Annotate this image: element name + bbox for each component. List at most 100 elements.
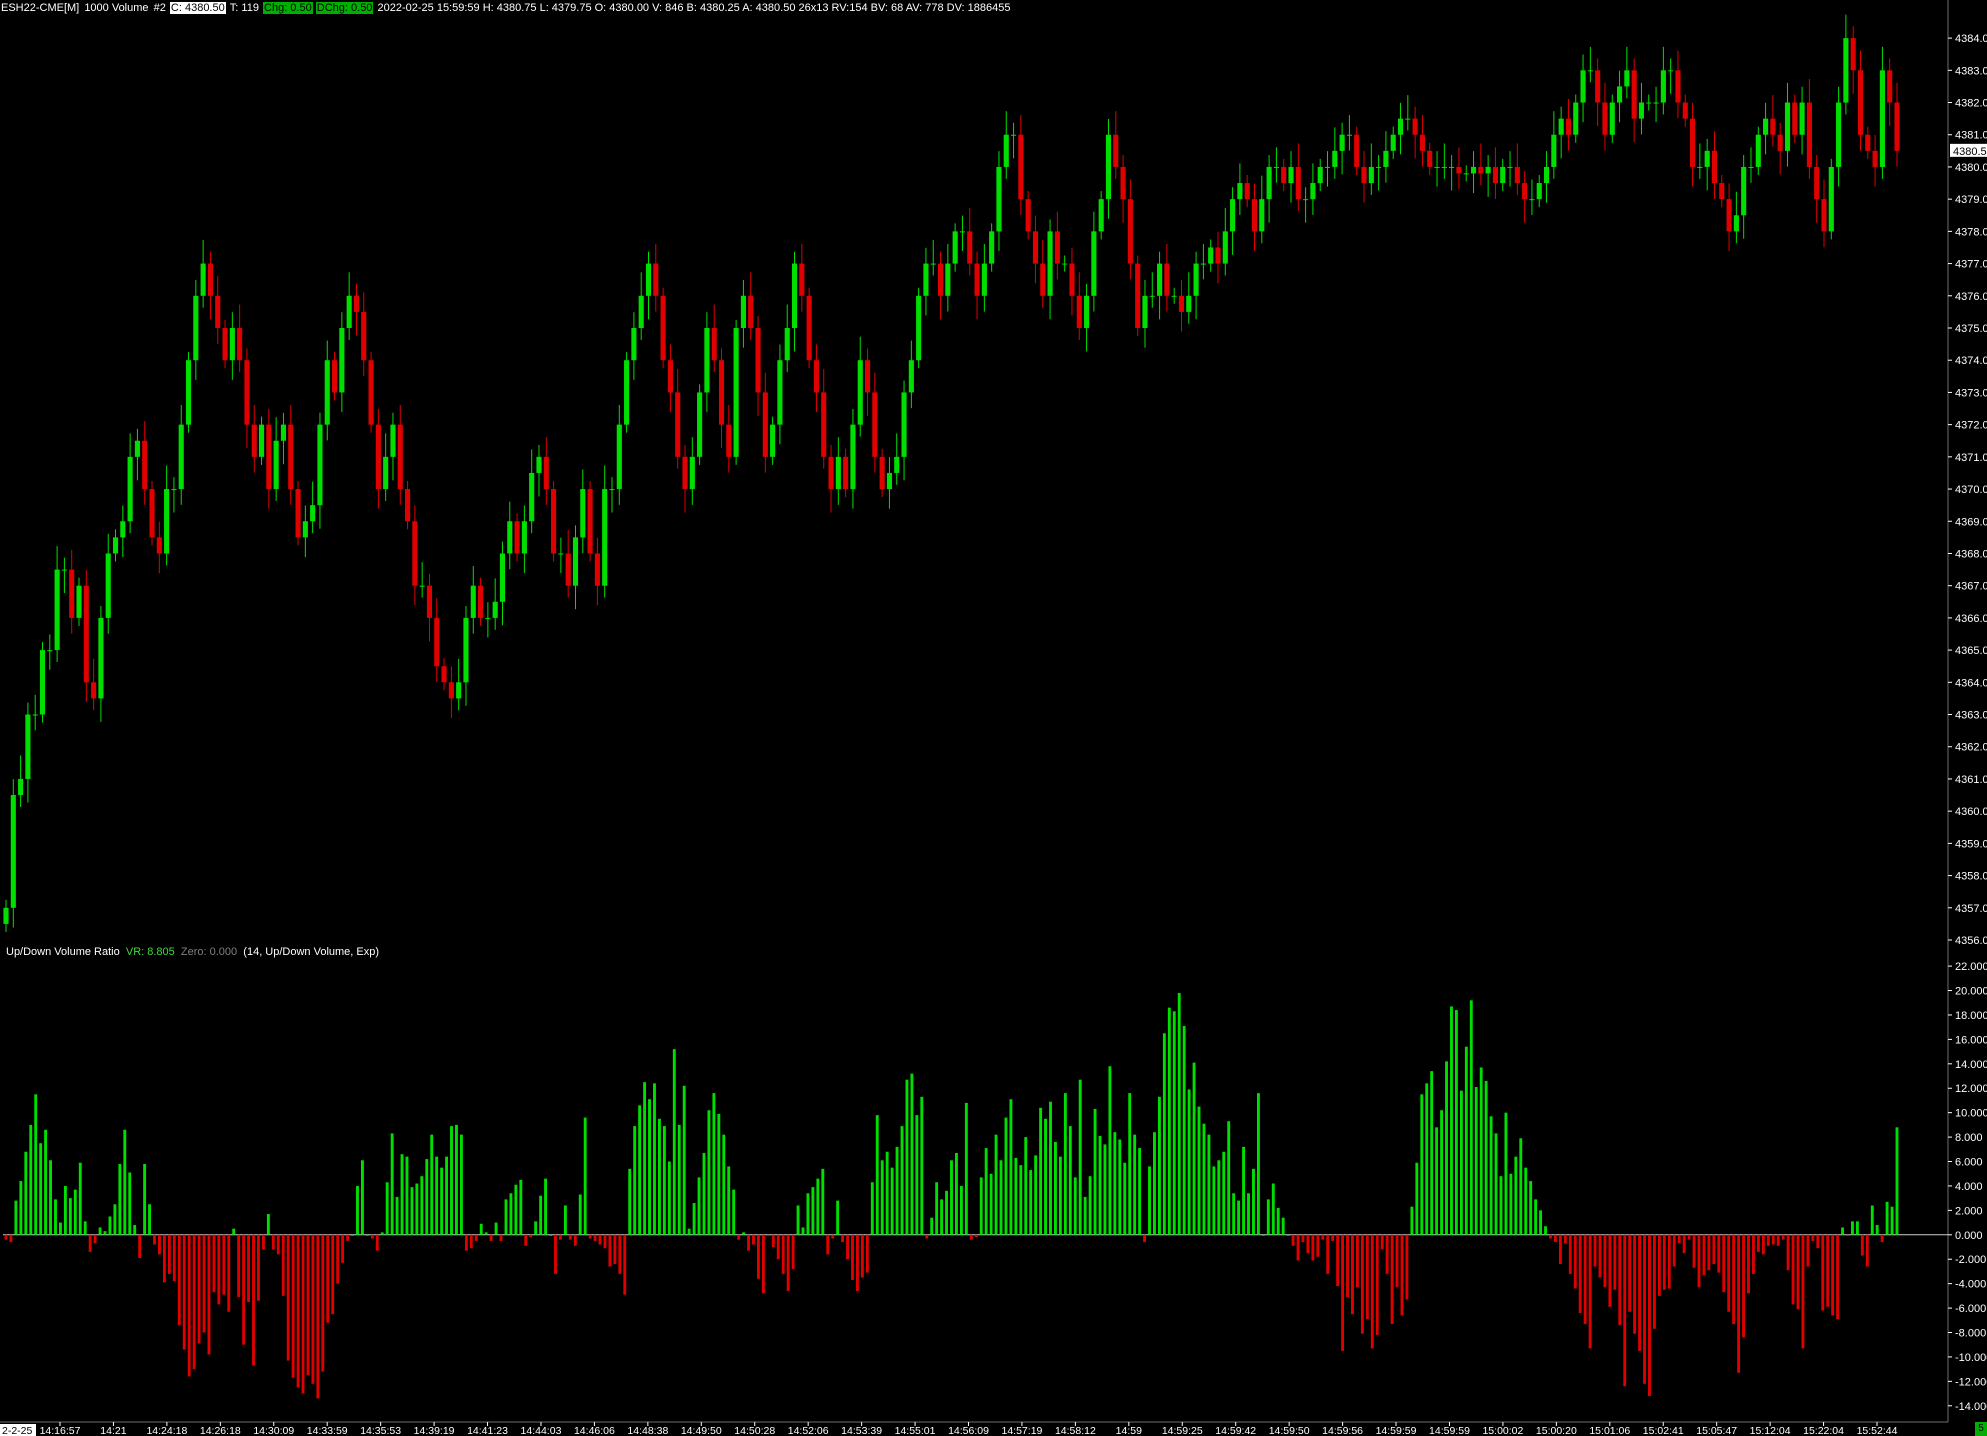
- candle-body: [631, 328, 637, 361]
- corner-badge[interactable]: 5: [1975, 1422, 1987, 1436]
- candle-body: [149, 489, 155, 538]
- ratio-bar: [856, 1234, 859, 1291]
- time-tick-label: 14:58:12: [1055, 1425, 1096, 1436]
- candle-body: [843, 456, 849, 490]
- ratio-bar: [955, 1152, 958, 1235]
- ratio-bar: [633, 1126, 637, 1235]
- ratio-bar: [1375, 1234, 1379, 1335]
- ratio-bar: [816, 1178, 820, 1235]
- candle-body: [1500, 166, 1506, 184]
- ratio-bar: [583, 1117, 587, 1235]
- ratio-bar: [558, 1234, 562, 1240]
- ratio-bar: [360, 1160, 364, 1235]
- time-tick-label: 14:59:42: [1215, 1425, 1256, 1436]
- ratio-bar: [791, 1234, 795, 1269]
- ratio-bar: [271, 1234, 275, 1250]
- ratio-bar: [455, 1124, 458, 1235]
- candle-body: [806, 295, 812, 361]
- ratio-bar: [1024, 1137, 1028, 1235]
- candle-body: [229, 328, 235, 361]
- time-tick-label: 15:00:02: [1482, 1425, 1523, 1436]
- price-and-volume-chart[interactable]: 4356.00 4357.00 4358.00 4359.00 4360.00 4361.…: [0, 0, 1987, 1436]
- ratio-tick-label: -12.000: [1955, 1376, 1987, 1388]
- candle-body: [1237, 183, 1243, 200]
- ratio-bar: [964, 1102, 968, 1235]
- ratio-bar: [207, 1234, 211, 1355]
- ratio-bar: [1098, 1135, 1102, 1235]
- ratio-bar: [677, 1124, 681, 1235]
- ratio-bar: [885, 1151, 889, 1235]
- candle-body: [1434, 166, 1440, 168]
- ratio-bar: [1351, 1234, 1354, 1315]
- ratio-bar: [316, 1234, 320, 1399]
- candle-body: [1843, 38, 1849, 103]
- price-tick-label: 4377.00: [1955, 259, 1987, 271]
- ratio-bar: [257, 1234, 260, 1301]
- candle-body: [558, 553, 564, 555]
- candle-body: [1376, 166, 1382, 168]
- ratio-bar: [692, 1203, 696, 1235]
- ratio-bar: [73, 1189, 77, 1235]
- ratio-bar: [1058, 1156, 1062, 1235]
- time-tick-label: 14:16:57: [40, 1425, 81, 1436]
- candle-body: [185, 360, 192, 425]
- ratio-bar: [1227, 1121, 1231, 1235]
- candle-body: [1522, 183, 1528, 200]
- ratio-bar: [549, 1234, 552, 1236]
- ratio-bar: [1207, 1134, 1211, 1235]
- ratio-tick-label: -10.000: [1955, 1352, 1987, 1364]
- candle-body: [295, 489, 301, 538]
- symbol-label[interactable]: ESH22-CME[M]: [0, 2, 80, 14]
- ratio-bar: [326, 1234, 330, 1323]
- ratio-bar: [1667, 1234, 1671, 1289]
- candle-body: [1244, 183, 1250, 200]
- candle-body: [1324, 166, 1331, 168]
- time-tick-label: 15:52:44: [1857, 1425, 1898, 1436]
- candle-body: [507, 521, 513, 554]
- candle-body: [426, 585, 433, 618]
- candle-body: [463, 617, 469, 683]
- candle-body: [1704, 150, 1710, 167]
- ratio-tick-label: -14.000: [1955, 1401, 1987, 1413]
- ratio-bar: [1252, 1168, 1255, 1235]
- price-tick-label: 4362.00: [1955, 742, 1987, 754]
- ratio-bar: [1237, 1200, 1241, 1235]
- candle-body: [1149, 295, 1155, 297]
- ratio-bar: [1747, 1234, 1750, 1294]
- candle-body: [1142, 295, 1148, 328]
- ratio-bar: [1157, 1096, 1161, 1235]
- candle-body: [1266, 166, 1272, 200]
- candle-body: [624, 360, 630, 425]
- candle-body: [1441, 166, 1447, 168]
- candle-body: [25, 714, 31, 779]
- candle-body: [777, 360, 783, 425]
- ratio-bar: [687, 1228, 691, 1235]
- ratio-bar: [801, 1227, 805, 1235]
- price-tick-label: 4373.00: [1955, 387, 1987, 399]
- ratio-bar: [781, 1234, 785, 1274]
- candle-body: [1668, 70, 1674, 72]
- candle-body: [1317, 166, 1323, 184]
- time-tick-label: 15:05:47: [1696, 1425, 1737, 1436]
- ratio-bar: [1247, 1193, 1250, 1235]
- candle-body: [1690, 118, 1696, 167]
- ratio-bar: [14, 1200, 18, 1235]
- ratio-bar: [499, 1234, 503, 1241]
- price-tick-label: 4372.00: [1955, 420, 1987, 432]
- price-tick-label: 4361.00: [1955, 774, 1987, 786]
- subchart-header[interactable]: Up/Down Volume Ratio VR: 8.805 Zero: 0.0…: [6, 944, 379, 960]
- candle-body: [105, 553, 111, 618]
- ratio-bar: [464, 1234, 468, 1251]
- ratio-bar: [860, 1234, 864, 1278]
- ratio-bar: [1390, 1234, 1394, 1324]
- candle-body: [901, 392, 907, 457]
- ratio-bar: [653, 1083, 656, 1235]
- ratio-bar: [1261, 1234, 1265, 1236]
- candle-body: [353, 295, 360, 312]
- ratio-bar: [811, 1187, 815, 1235]
- candle-body: [1602, 102, 1608, 135]
- ratio-bar: [628, 1168, 632, 1235]
- candle-body: [361, 311, 367, 361]
- price-tick-label: 4368.00: [1955, 548, 1987, 560]
- candle-body: [543, 456, 549, 490]
